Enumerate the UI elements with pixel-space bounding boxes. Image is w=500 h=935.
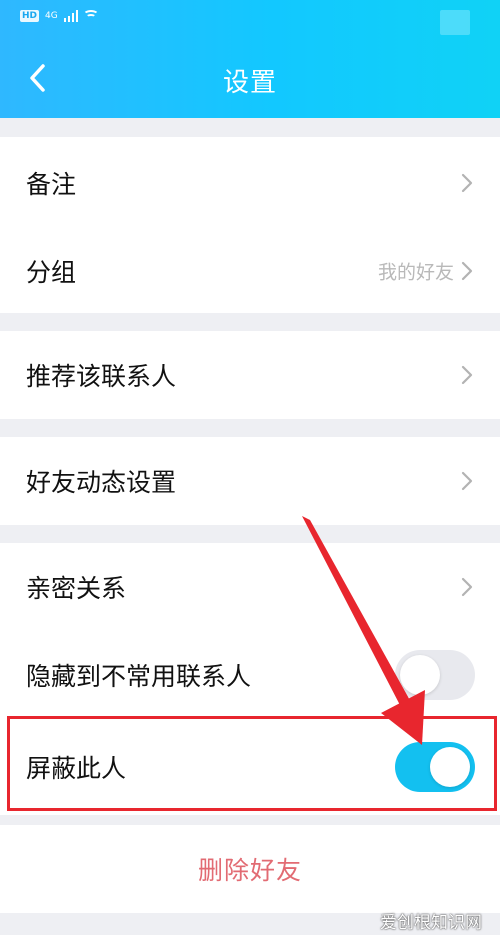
row-remark[interactable]: 备注 bbox=[0, 137, 500, 228]
delete-friend-button[interactable]: 删除好友 bbox=[198, 851, 302, 887]
chevron-right-icon bbox=[461, 577, 473, 597]
header-bar: HD 4G 设置 bbox=[0, 0, 500, 118]
toggle-knob bbox=[400, 655, 440, 695]
wifi-icon bbox=[84, 10, 98, 22]
row-recommend-contact[interactable]: 推荐该联系人 bbox=[0, 331, 500, 419]
settings-group-3: 好友动态设置 bbox=[0, 437, 500, 525]
settings-group-1: 备注 分组 我的好友 bbox=[0, 137, 500, 313]
row-intimate-relation[interactable]: 亲密关系 bbox=[0, 543, 500, 631]
row-label: 推荐该联系人 bbox=[26, 362, 177, 391]
row-hide-contact: 隐藏到不常用联系人 bbox=[0, 631, 500, 719]
row-label: 分组 bbox=[26, 257, 77, 287]
chevron-right-icon bbox=[461, 365, 473, 385]
row-label: 好友动态设置 bbox=[26, 468, 177, 497]
status-bar-right-block bbox=[440, 10, 470, 35]
row-group[interactable]: 分组 我的好友 bbox=[0, 228, 500, 313]
delete-section: 删除好友 bbox=[0, 825, 500, 913]
network-type: 4G bbox=[45, 11, 58, 21]
hd-badge: HD bbox=[20, 10, 40, 22]
row-block-contact: 屏蔽此人 bbox=[0, 719, 500, 815]
row-label: 亲密关系 bbox=[26, 574, 127, 603]
row-value: 我的好友 bbox=[377, 261, 454, 283]
watermark: 爱创根知识网 bbox=[380, 913, 482, 933]
settings-group-4: 亲密关系 隐藏到不常用联系人 屏蔽此人 bbox=[0, 543, 500, 815]
row-friend-feed-settings[interactable]: 好友动态设置 bbox=[0, 437, 500, 525]
toggle-knob bbox=[430, 747, 470, 787]
chevron-right-icon bbox=[461, 471, 473, 491]
settings-group-2: 推荐该联系人 bbox=[0, 331, 500, 419]
status-bar-left: HD 4G bbox=[20, 10, 98, 22]
chevron-right-icon bbox=[461, 261, 473, 280]
hide-contact-toggle[interactable] bbox=[395, 650, 475, 700]
row-label: 隐藏到不常用联系人 bbox=[26, 662, 252, 691]
signal-icon bbox=[63, 10, 78, 22]
row-label: 屏蔽此人 bbox=[26, 754, 127, 783]
row-label: 备注 bbox=[26, 169, 77, 199]
block-contact-toggle[interactable] bbox=[395, 742, 475, 792]
chevron-right-icon bbox=[461, 173, 473, 192]
page-title: 设置 bbox=[222, 68, 277, 98]
